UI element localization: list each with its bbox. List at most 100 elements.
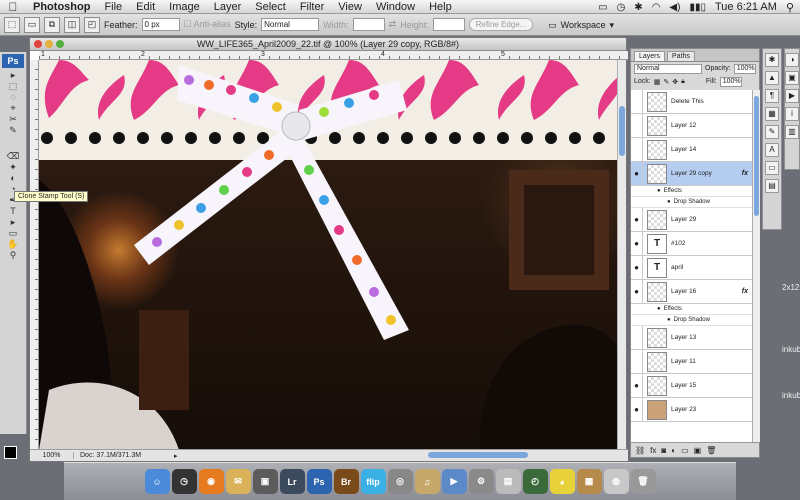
add-selection-icon[interactable]: ⧉ xyxy=(44,16,60,33)
trash-icon[interactable]: 🗑︎ xyxy=(706,446,716,455)
apple-menu-icon[interactable]:  xyxy=(0,0,26,14)
drop-shadow-row[interactable]: ● Drop Shadow xyxy=(631,315,752,326)
lock-position-icon[interactable]: ✥ xyxy=(672,78,678,86)
utility-icon[interactable]: ▦ xyxy=(576,469,602,494)
fx-menu-icon[interactable]: fx xyxy=(650,446,656,455)
path-select-tool-icon[interactable]: ▸ xyxy=(6,217,20,227)
magic-wand-tool-icon[interactable]: ⌖ xyxy=(6,103,20,113)
actions-icon[interactable]: ▶ xyxy=(785,89,799,103)
trash-icon[interactable]: 🗑︎ xyxy=(630,469,656,494)
layer-row[interactable]: Layer 12 xyxy=(631,113,752,138)
bridge-icon[interactable]: Br xyxy=(333,469,359,494)
image-canvas[interactable] xyxy=(39,60,620,450)
lock-image-icon[interactable]: ✎ xyxy=(663,78,669,86)
visibility-toggle[interactable] xyxy=(631,113,643,138)
styles-icon[interactable]: ▣ xyxy=(785,71,799,85)
tool-presets-icon[interactable]: ▭ xyxy=(765,161,779,175)
layer-row-selected[interactable]: ● Layer 29 copy fx xyxy=(631,161,752,186)
brushes-icon[interactable]: ✎ xyxy=(765,125,779,139)
zoom-tool-icon[interactable]: ⚲ xyxy=(6,250,20,260)
layer-row[interactable]: Layer 14 xyxy=(631,137,752,162)
menu-file[interactable]: File xyxy=(97,1,129,13)
menu-view[interactable]: View xyxy=(331,1,369,13)
menu-select[interactable]: Select xyxy=(248,1,293,13)
clock-icon[interactable]: ◷ xyxy=(617,2,626,13)
new-layer-icon[interactable]: ▣ xyxy=(694,446,702,455)
horizontal-scrollbar[interactable] xyxy=(178,450,628,462)
visibility-toggle[interactable] xyxy=(631,325,643,350)
crop-tool-icon[interactable]: ✂ xyxy=(6,114,20,124)
iphoto-icon[interactable]: ▣ xyxy=(252,469,278,494)
preview-icon[interactable]: ▤ xyxy=(495,469,521,494)
eye-icon[interactable]: ● xyxy=(667,317,671,323)
visibility-toggle[interactable] xyxy=(631,90,643,114)
firefox-icon[interactable]: ◉ xyxy=(198,469,224,494)
marquee-tool-preset-icon[interactable]: ⬚ xyxy=(4,16,20,33)
menu-edit[interactable]: Edit xyxy=(129,1,162,13)
info-icon[interactable]: i xyxy=(785,107,799,121)
color-icon[interactable]: ◑ xyxy=(785,53,799,67)
minimize-window-icon[interactable] xyxy=(45,40,53,48)
feather-input[interactable]: 0 px xyxy=(141,18,180,31)
visibility-toggle[interactable] xyxy=(631,349,643,374)
menu-app-name[interactable]: Photoshop xyxy=(26,1,97,13)
adjustment-layer-icon[interactable]: ◐ xyxy=(671,446,676,455)
swap-icon[interactable]: ⇄ xyxy=(389,19,397,30)
height-input[interactable] xyxy=(432,18,465,31)
bluetooth-icon[interactable]: ✱ xyxy=(634,2,642,13)
horizontal-scroll-thumb[interactable] xyxy=(427,451,528,458)
style-select[interactable]: Normal xyxy=(261,18,320,31)
refine-edge-button[interactable]: Refine Edge... xyxy=(468,18,534,31)
battery-icon[interactable]: ▮▮▯ xyxy=(689,2,706,13)
eye-icon[interactable]: ● xyxy=(631,255,643,280)
new-selection-icon[interactable]: ▭ xyxy=(24,16,40,33)
volume-icon[interactable]: ◀) xyxy=(669,2,680,13)
blend-mode-select[interactable]: Normal xyxy=(634,63,702,74)
tab-layers[interactable]: Layers xyxy=(634,51,666,61)
foreground-color-swatch[interactable] xyxy=(4,446,17,459)
swatches-icon[interactable]: ▤ xyxy=(765,179,779,193)
menu-filter[interactable]: Filter xyxy=(293,1,331,13)
eye-icon[interactable]: ● xyxy=(631,231,643,256)
navigator-icon[interactable]: ✱ xyxy=(765,53,779,67)
imovie-icon[interactable]: ▶ xyxy=(441,469,467,494)
fx-icon[interactable]: fx xyxy=(742,288,748,295)
antialias-checkbox[interactable]: ☐ Anti-alias xyxy=(184,19,231,30)
layer-row[interactable]: ● Layer 15 xyxy=(631,373,752,398)
zoom-window-icon[interactable] xyxy=(56,40,64,48)
layers-scrollbar[interactable] xyxy=(752,90,760,442)
channels-icon[interactable]: ▥ xyxy=(785,125,799,139)
opacity-input[interactable]: 100% xyxy=(733,63,756,74)
menu-window[interactable]: Window xyxy=(369,1,422,13)
close-window-icon[interactable] xyxy=(34,40,42,48)
wifi-icon[interactable]: ◠ xyxy=(652,2,661,13)
eye-icon[interactable]: ● xyxy=(631,279,643,304)
camera-icon[interactable]: ◍ xyxy=(603,469,629,494)
document-size-info[interactable]: Doc: 37.1M/371.3M xyxy=(74,452,174,459)
itunes-icon[interactable]: ♫ xyxy=(414,469,440,494)
layer-row[interactable]: ● Layer 23 xyxy=(631,397,752,422)
width-input[interactable] xyxy=(352,18,385,31)
eye-icon[interactable]: ● xyxy=(657,306,661,312)
layer-row[interactable]: ● T april xyxy=(631,255,752,280)
paragraph-icon[interactable]: ¶ xyxy=(765,89,779,103)
system-preferences-icon[interactable]: ⚙ xyxy=(468,469,494,494)
fx-icon[interactable]: fx xyxy=(742,170,748,177)
menu-help[interactable]: Help xyxy=(422,1,459,13)
document-title-bar[interactable]: WW_LIFE365_April2009_22.tif @ 100% (Laye… xyxy=(30,38,626,51)
vertical-scroll-thumb[interactable] xyxy=(619,106,625,156)
time-machine-icon[interactable]: ◴ xyxy=(522,469,548,494)
lasso-tool-icon[interactable]: ◌ xyxy=(6,92,20,102)
eye-icon[interactable]: ● xyxy=(631,397,643,422)
intersect-selection-icon[interactable]: ◰ xyxy=(84,16,100,33)
marquee-tool-icon[interactable]: ⬚ xyxy=(6,81,20,91)
flip-icon[interactable]: flip xyxy=(360,469,386,494)
zoom-level[interactable]: 100% xyxy=(30,452,74,459)
dashboard-icon[interactable]: ◷ xyxy=(171,469,197,494)
photoshop-icon[interactable]: Ps xyxy=(306,469,332,494)
subtract-selection-icon[interactable]: ◫ xyxy=(64,16,80,33)
eye-icon[interactable]: ● xyxy=(667,199,671,205)
spotlight-icon[interactable]: ⚲ xyxy=(786,1,794,14)
eye-icon[interactable]: ● xyxy=(657,188,661,194)
link-layers-icon[interactable]: ⛓ xyxy=(635,446,645,455)
